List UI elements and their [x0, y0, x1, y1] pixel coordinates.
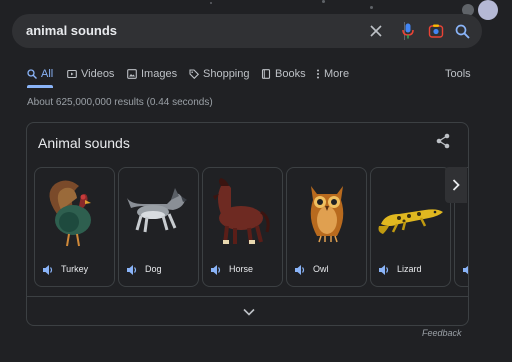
- turkey-illustration: [49, 180, 91, 247]
- lens-camera-icon[interactable]: [426, 21, 446, 41]
- decorative-dot: [210, 2, 212, 4]
- card-title: Animal sounds: [38, 135, 130, 151]
- animal-carousel[interactable]: Turkey Dog Horse Owl Lizard: [34, 167, 469, 289]
- lizard-illustration: [378, 209, 443, 234]
- speaker-icon[interactable]: [210, 264, 222, 276]
- tab-label: More: [324, 68, 350, 80]
- animal-name: Dog: [145, 264, 162, 274]
- share-icon[interactable]: [435, 133, 453, 151]
- speaker-icon[interactable]: [378, 264, 390, 276]
- result-stats: About 625,000,000 results (0.44 seconds): [27, 97, 213, 108]
- tools-button[interactable]: Tools: [445, 64, 471, 84]
- tab-label: Videos: [81, 68, 115, 80]
- tools-label: Tools: [445, 68, 471, 80]
- search-tabs: All Videos Images Shopping Books More To…: [0, 64, 512, 88]
- speaker-icon[interactable]: [126, 264, 138, 276]
- clear-icon[interactable]: [366, 21, 386, 41]
- chevron-down-icon: [242, 308, 255, 316]
- microphone-icon[interactable]: [398, 21, 418, 41]
- animal-tile-horse[interactable]: Horse: [202, 167, 283, 287]
- carousel-next-button[interactable]: [445, 167, 467, 203]
- animal-name: Lizard: [397, 264, 422, 274]
- animal-tile-owl[interactable]: Owl: [286, 167, 367, 287]
- video-icon: [67, 69, 77, 79]
- chevron-right-icon: [452, 179, 460, 191]
- tab-shopping[interactable]: Shopping: [189, 64, 250, 84]
- tab-images[interactable]: Images: [127, 64, 177, 84]
- animal-tile-turkey[interactable]: Turkey: [34, 167, 115, 287]
- book-icon: [261, 69, 271, 79]
- tag-icon: [189, 69, 199, 79]
- tab-more[interactable]: More: [316, 64, 349, 84]
- more-vert-icon: [317, 69, 319, 79]
- tab-all[interactable]: All: [27, 64, 54, 88]
- expand-button[interactable]: [27, 296, 468, 325]
- animal-name: Turkey: [61, 264, 89, 274]
- dog-illustration: [127, 188, 187, 233]
- feedback-link[interactable]: Feedback: [422, 328, 462, 338]
- tab-label: All: [41, 68, 54, 80]
- decorative-dot: [478, 0, 498, 20]
- search-icon[interactable]: [452, 21, 472, 41]
- image-icon: [127, 69, 137, 79]
- search-bar[interactable]: animal sounds: [12, 14, 482, 48]
- horse-illustration: [213, 178, 270, 245]
- animal-tile-lizard[interactable]: Lizard: [370, 167, 451, 287]
- search-input[interactable]: animal sounds: [26, 23, 117, 38]
- animal-name: Owl: [313, 264, 329, 274]
- animal-name: Horse: [229, 264, 254, 274]
- animal-tile-dog[interactable]: Dog: [118, 167, 199, 287]
- tab-videos[interactable]: Videos: [67, 64, 114, 84]
- active-tab-indicator: [27, 85, 54, 88]
- search-icon: [27, 69, 37, 79]
- animal-sounds-card: Animal sounds Turkey Dog Horse Owl Lizar…: [26, 122, 469, 326]
- speaker-icon[interactable]: [42, 264, 54, 276]
- owl-illustration: [310, 186, 344, 243]
- speaker-icon[interactable]: [294, 264, 306, 276]
- speaker-icon[interactable]: [462, 264, 469, 276]
- decorative-dot: [322, 0, 325, 3]
- tab-label: Books: [275, 68, 306, 80]
- decorative-dot: [370, 6, 373, 9]
- tab-label: Images: [141, 68, 178, 80]
- tab-label: Shopping: [203, 68, 250, 80]
- tab-books[interactable]: Books: [261, 64, 306, 84]
